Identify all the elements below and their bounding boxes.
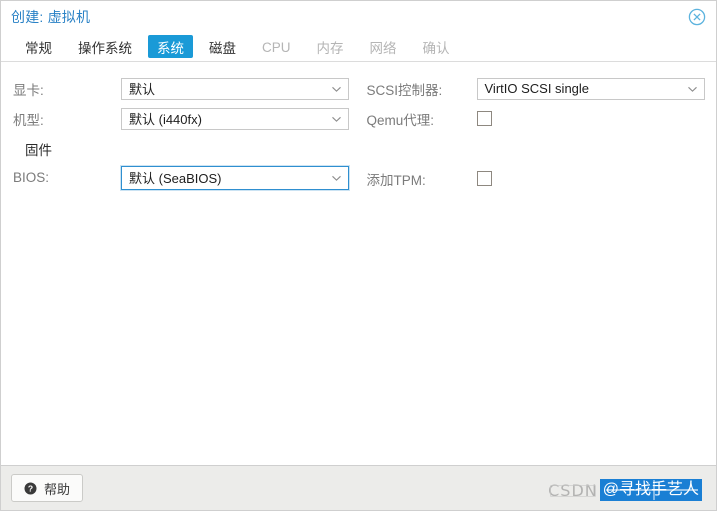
scsi-controller-select[interactable]: VirtIO SCSI single xyxy=(476,77,705,100)
chevron-down-icon xyxy=(687,83,698,94)
field-graphics-card: 显卡: 默认 xyxy=(13,74,359,103)
field-add-tpm: 添加TPM: xyxy=(367,164,717,193)
tab-disks[interactable]: 磁盘 xyxy=(199,33,246,61)
watermark-site: CSDN xyxy=(548,480,598,500)
add-tpm-label: 添加TPM: xyxy=(366,172,426,188)
machine-type-select[interactable]: 默认 (i440fx) xyxy=(121,107,349,130)
qemu-agent-checkbox[interactable] xyxy=(476,111,492,126)
machine-type-label: 机型: xyxy=(13,112,44,128)
chevron-down-icon xyxy=(331,172,342,183)
help-button-label: 帮助 xyxy=(44,481,71,497)
question-mark-icon: ? xyxy=(24,482,37,495)
chevron-down-icon xyxy=(331,83,342,94)
watermark-handle: @寻找手艺人 xyxy=(599,479,702,501)
create-vm-dialog: 创建: 虚拟机 常规 操作系统 系统 磁盘 CPU 内存 网络 确认 显卡: 默… xyxy=(0,0,717,511)
scsi-controller-value: VirtIO SCSI single xyxy=(484,81,590,96)
form-columns: 显卡: 默认 机型: 默认 (i440fx) 固件 BIOS: 默认 (SeaB… xyxy=(1,74,716,194)
bios-select[interactable]: 默认 (SeaBIOS) xyxy=(121,165,349,190)
close-icon[interactable] xyxy=(688,8,706,26)
form-column-right: SCSI控制器: VirtIO SCSI single Qemu代理: 添加TP… xyxy=(359,74,717,194)
bios-value: 默认 (SeaBIOS) xyxy=(129,171,222,186)
form-column-left: 显卡: 默认 机型: 默认 (i440fx) 固件 BIOS: 默认 (SeaB… xyxy=(1,74,359,194)
bios-label: BIOS: xyxy=(13,170,50,185)
csdn-watermark: CSDN @寻找手艺人 xyxy=(548,479,702,501)
graphics-card-value: 默认 xyxy=(129,82,156,97)
scsi-controller-label: SCSI控制器: xyxy=(366,82,443,98)
dialog-titlebar: 创建: 虚拟机 xyxy=(1,1,716,33)
graphics-card-label: 显卡: xyxy=(13,82,44,98)
field-scsi-controller: SCSI控制器: VirtIO SCSI single xyxy=(367,74,717,103)
add-tpm-checkbox[interactable] xyxy=(476,171,492,186)
tab-os[interactable]: 操作系统 xyxy=(68,33,142,61)
help-button[interactable]: ? 帮助 xyxy=(11,474,84,502)
tab-network[interactable]: 网络 xyxy=(360,33,407,61)
tab-system[interactable]: 系统 xyxy=(148,35,193,58)
qemu-agent-label: Qemu代理: xyxy=(366,112,435,128)
svg-text:?: ? xyxy=(28,483,33,493)
graphics-card-select[interactable]: 默认 xyxy=(121,77,349,100)
field-qemu-agent: Qemu代理: xyxy=(367,104,717,133)
firmware-section-heading: 固件 xyxy=(25,142,52,158)
tab-confirm[interactable]: 确认 xyxy=(413,33,460,61)
system-tab-panel: 显卡: 默认 机型: 默认 (i440fx) 固件 BIOS: 默认 (SeaB… xyxy=(1,62,716,464)
wizard-tabs: 常规 操作系统 系统 磁盘 CPU 内存 网络 确认 xyxy=(1,33,716,62)
field-machine-type: 机型: 默认 (i440fx) xyxy=(13,104,359,133)
tab-cpu[interactable]: CPU xyxy=(252,33,301,61)
dialog-title: 创建: 虚拟机 xyxy=(11,9,91,25)
chevron-down-icon xyxy=(331,113,342,124)
right-column-spacer xyxy=(367,134,717,163)
machine-type-value: 默认 (i440fx) xyxy=(129,112,202,127)
tab-general[interactable]: 常规 xyxy=(15,33,62,61)
field-bios: BIOS: 默认 (SeaBIOS) xyxy=(13,163,359,192)
dialog-footer: ? 帮助 CSDN @寻找手艺人 xyxy=(1,465,716,510)
tab-memory[interactable]: 内存 xyxy=(307,33,354,61)
